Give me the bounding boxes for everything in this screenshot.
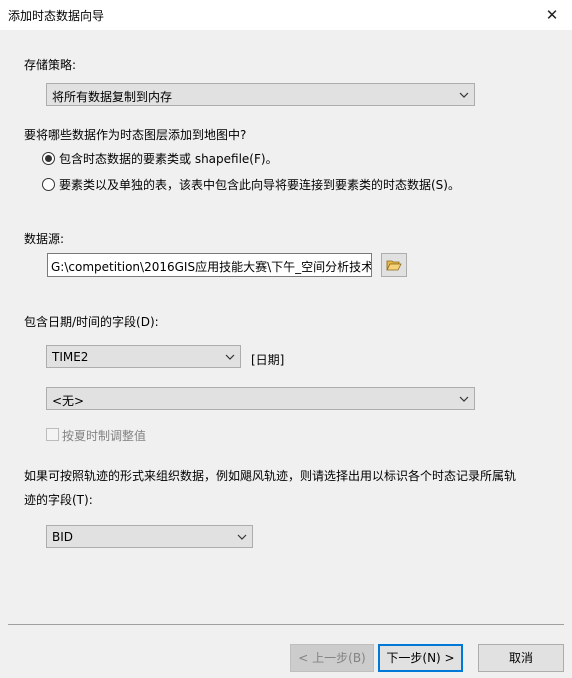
- close-button[interactable]: ✕: [532, 0, 572, 30]
- title-bar: 添加时态数据向导 ✕: [0, 0, 572, 30]
- radio-featureclass-or-shapefile[interactable]: [42, 152, 55, 165]
- data-source-field[interactable]: G:\competition\2016GIS应用技能大赛\下午_空间分析技术: [47, 253, 372, 277]
- close-icon: ✕: [545, 6, 559, 24]
- time-format-value: <无>: [52, 394, 85, 408]
- datetime-field-label: 包含日期/时间的字段(D):: [24, 315, 159, 329]
- track-field-value: BID: [52, 530, 74, 544]
- track-field-label-line1: 如果可按照轨迹的形式来组织数据，例如飓风轨迹，则请选择出用以标识各个时态记录所属…: [24, 469, 517, 483]
- folder-open-icon: [386, 260, 402, 271]
- track-field-select[interactable]: BID: [46, 525, 253, 548]
- data-source-label: 数据源:: [24, 232, 65, 246]
- radio-featureclass-with-table[interactable]: [42, 178, 55, 191]
- storage-strategy-select[interactable]: 将所有数据复制到内存: [46, 83, 475, 106]
- chevron-down-icon: [237, 534, 247, 540]
- chevron-down-icon: [459, 396, 469, 402]
- storage-strategy-value: 将所有数据复制到内存: [52, 90, 173, 104]
- chevron-down-icon: [459, 92, 469, 98]
- radio-table-label[interactable]: 要素类以及单独的表，该表中包含此向导将要连接到要素类的时态数据(S)。: [59, 176, 460, 193]
- layer-question-label: 要将哪些数据作为时态图层添加到地图中?: [24, 128, 247, 142]
- chevron-down-icon: [225, 354, 235, 360]
- storage-strategy-label: 存储策略:: [24, 58, 77, 72]
- field-type-label: [日期]: [251, 353, 285, 367]
- footer-divider: [8, 624, 564, 625]
- time-format-select[interactable]: <无>: [46, 387, 475, 410]
- datetime-field-select[interactable]: TIME2: [46, 345, 241, 368]
- track-field-label-line2: 迹的字段(T):: [24, 493, 93, 507]
- datetime-field-value: TIME2: [52, 350, 89, 364]
- window-title: 添加时态数据向导: [8, 9, 105, 23]
- back-button[interactable]: < 上一步(B): [290, 644, 374, 672]
- browse-button[interactable]: [381, 253, 407, 277]
- dst-checkbox[interactable]: [46, 428, 59, 441]
- data-source-value: G:\competition\2016GIS应用技能大赛\下午_空间分析技术: [51, 260, 372, 274]
- next-button[interactable]: 下一步(N) >: [378, 644, 463, 672]
- cancel-button[interactable]: 取消: [478, 644, 564, 672]
- dst-label: 按夏时制调整值: [62, 429, 147, 443]
- radio-featureclass-label[interactable]: 包含时态数据的要素类或 shapefile(F)。: [59, 150, 278, 167]
